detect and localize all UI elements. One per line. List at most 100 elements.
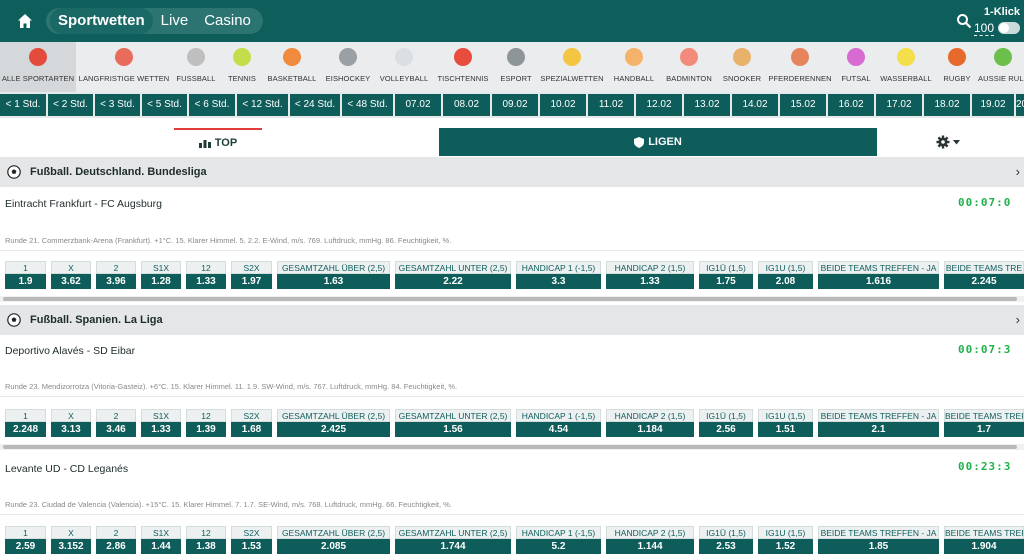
scrollbar-thumb[interactable] (3, 297, 1017, 301)
sport-tischtennis[interactable]: TISCHTENNIS (432, 42, 494, 92)
odd-cell-gesamtzahl-unter-2-5[interactable]: GESAMTZAHL UNTER (2,5) 1.56 (395, 409, 511, 437)
odd-value-button[interactable]: 1.9 (5, 274, 46, 289)
odd-cell-beide-teams-treffen[interactable]: BEIDE TEAMS TREFFEN1.904 (944, 526, 1024, 554)
odd-cell-ig1u-1-5[interactable]: IG1U (1,5) 2.08 (758, 261, 813, 289)
sport-badminton[interactable]: BADMINTON (662, 42, 716, 92)
date-filter-15-02[interactable]: 15.02 (780, 94, 826, 116)
date-filter-12-std[interactable]: < 12 Std. (237, 94, 288, 116)
odd-value-button[interactable]: 1.904 (944, 539, 1024, 554)
odd-cell-beide-teams-treffen-ja[interactable]: BEIDE TEAMS TREFFEN - JA 2.1 (818, 409, 939, 437)
odd-cell-handicap-2-1-5[interactable]: HANDICAP 2 (1,5) 1.33 (606, 261, 694, 289)
one-click-toggle[interactable] (998, 22, 1020, 34)
odd-cell-handicap-2-1-5[interactable]: HANDICAP 2 (1,5) 1.144 (606, 526, 694, 554)
search-button[interactable] (956, 13, 972, 29)
sport-volleyball[interactable]: VOLLEYBALL (376, 42, 432, 92)
date-filter-18-02[interactable]: 18.02 (924, 94, 970, 116)
match-title[interactable]: Eintracht Frankfurt - FC Augsburg (5, 198, 162, 210)
date-filter-17-02[interactable]: 17.02 (876, 94, 922, 116)
date-filter-09-02[interactable]: 09.02 (492, 94, 538, 116)
odd-cell-gesamtzahl-uber-2-5[interactable]: GESAMTZAHL ÜBER (2,5) 1.63 (277, 261, 390, 289)
odd-value-button[interactable]: 1.44 (141, 539, 181, 554)
odd-value-button[interactable]: 2.56 (699, 422, 753, 437)
odd-cell-2[interactable]: 2 3.96 (96, 261, 136, 289)
sport-snooker[interactable]: SNOOKER (717, 42, 767, 92)
odd-value-button[interactable]: 1.33 (186, 274, 226, 289)
sport-basketball[interactable]: BASKETBALL (264, 42, 320, 92)
odd-value-button[interactable]: 2.085 (277, 539, 390, 554)
odd-cell-beide-teams-treffen[interactable]: BEIDE TEAMS TREFFEN1.7 (944, 409, 1024, 437)
odd-value-button[interactable]: 3.62 (51, 274, 91, 289)
sport-eishockey[interactable]: EISHOCKEY (320, 42, 376, 92)
odd-cell-12[interactable]: 12 1.33 (186, 261, 226, 289)
league-header[interactable]: Fußball. Deutschland. Bundesliga › (0, 157, 1024, 187)
scrollbar-thumb[interactable] (3, 445, 1017, 449)
odd-cell-beide-teams-treffen-ja[interactable]: BEIDE TEAMS TREFFEN - JA 1.616 (818, 261, 939, 289)
odd-value-button[interactable]: 2.22 (395, 274, 511, 289)
odd-value-button[interactable]: 1.144 (606, 539, 694, 554)
odd-cell-handicap-2-1-5[interactable]: HANDICAP 2 (1,5) 1.184 (606, 409, 694, 437)
odd-value-button[interactable]: 2.245 (944, 274, 1024, 289)
odd-cell-beide-teams-tre[interactable]: BEIDE TEAMS TRE 2.245 (944, 261, 1024, 289)
date-filter-08-02[interactable]: 08.02 (443, 94, 490, 116)
odd-cell-handicap-1-1-5[interactable]: HANDICAP 1 (-1,5) 3.3 (516, 261, 601, 289)
date-filter-20-02[interactable]: 20.02 (1016, 94, 1024, 116)
sport-handball[interactable]: HANDBALL (606, 42, 662, 92)
date-filter-3-std[interactable]: < 3 Std. (95, 94, 140, 116)
sport-spezialwetten[interactable]: SPEZIALWETTEN (538, 42, 606, 92)
odd-cell-1[interactable]: 1 1.9 (5, 261, 46, 289)
odd-cell-2[interactable]: 2 3.46 (96, 409, 136, 437)
odd-cell-gesamtzahl-unter-2-5[interactable]: GESAMTZAHL UNTER (2,5) 1.744 (395, 526, 511, 554)
odd-cell-x[interactable]: X 3.152 (51, 526, 91, 554)
odd-value-button[interactable]: 1.7 (944, 422, 1024, 437)
odd-value-button[interactable]: 1.52 (758, 539, 813, 554)
nav-sportwetten[interactable]: Sportwetten (50, 8, 153, 34)
odd-cell-ig1u-1-5[interactable]: IG1U (1,5) 1.52 (758, 526, 813, 554)
odd-cell-handicap-1-1-5[interactable]: HANDICAP 1 (-1,5) 5.2 (516, 526, 601, 554)
home-button[interactable] (10, 8, 40, 34)
sport-fussball[interactable]: FUSSBALL (172, 42, 220, 92)
odd-cell-s2x[interactable]: S2X 1.97 (231, 261, 272, 289)
tab-top[interactable]: TOP (174, 128, 262, 156)
horizontal-scrollbar[interactable] (0, 296, 1024, 302)
odd-value-button[interactable]: 1.75 (699, 274, 753, 289)
odd-value-button[interactable]: 2.53 (699, 539, 753, 554)
match-title[interactable]: Levante UD - CD Leganés (5, 463, 128, 475)
odd-cell-ig1u-1-5[interactable]: IG1U (1,5) 1.51 (758, 409, 813, 437)
date-filter-1-std[interactable]: < 1 Std. (0, 94, 46, 116)
odd-value-button[interactable]: 2.1 (818, 422, 939, 437)
odd-cell-gesamtzahl-uber-2-5[interactable]: GESAMTZAHL ÜBER (2,5) 2.425 (277, 409, 390, 437)
odd-value-button[interactable]: 1.744 (395, 539, 511, 554)
date-filter-10-02[interactable]: 10.02 (540, 94, 586, 116)
sport-pferderennen[interactable]: PFERDERENNEN (768, 42, 832, 92)
odd-cell-gesamtzahl-unter-2-5[interactable]: GESAMTZAHL UNTER (2,5) 2.22 (395, 261, 511, 289)
odd-value-button[interactable]: 3.152 (51, 539, 91, 554)
odd-value-button[interactable]: 5.2 (516, 539, 601, 554)
date-filter-24-std[interactable]: < 24 Std. (290, 94, 340, 116)
odd-value-button[interactable]: 3.13 (51, 422, 91, 437)
odd-cell-handicap-1-1-5[interactable]: HANDICAP 1 (-1,5) 4.54 (516, 409, 601, 437)
date-filter-11-02[interactable]: 11.02 (588, 94, 634, 116)
sport-alle-sportarten[interactable]: ALLE SPORTARTEN (0, 42, 76, 92)
odd-cell-ig1u-1-5[interactable]: IG1Ü (1,5) 2.53 (699, 526, 753, 554)
sport-futsal[interactable]: FUTSAL (833, 42, 879, 92)
odd-value-button[interactable]: 1.56 (395, 422, 511, 437)
odd-cell-ig1u-1-5[interactable]: IG1Ü (1,5) 2.56 (699, 409, 753, 437)
odd-value-button[interactable]: 1.53 (231, 539, 272, 554)
one-click-amount[interactable]: 100 (974, 21, 995, 36)
sport-aussie-rules[interactable]: AUSSIE RULES (978, 42, 1024, 92)
date-filter-14-02[interactable]: 14.02 (732, 94, 778, 116)
date-filter-48-std[interactable]: < 48 Std. (342, 94, 393, 116)
odd-value-button[interactable]: 2.86 (96, 539, 136, 554)
date-filter-5-std[interactable]: < 5 Std. (142, 94, 187, 116)
odd-value-button[interactable]: 1.33 (606, 274, 694, 289)
odd-value-button[interactable]: 1.63 (277, 274, 390, 289)
sport-rugby[interactable]: RUGBY (935, 42, 979, 92)
odd-value-button[interactable]: 1.616 (818, 274, 939, 289)
date-filter-13-02[interactable]: 13.02 (684, 94, 730, 116)
odd-value-button[interactable]: 2.59 (5, 539, 46, 554)
odd-value-button[interactable]: 1.85 (818, 539, 939, 554)
odd-value-button[interactable]: 2.08 (758, 274, 813, 289)
odd-cell-s2x[interactable]: S2X 1.53 (231, 526, 272, 554)
date-filter-6-std[interactable]: < 6 Std. (189, 94, 235, 116)
odd-cell-s1x[interactable]: S1X 1.28 (141, 261, 181, 289)
